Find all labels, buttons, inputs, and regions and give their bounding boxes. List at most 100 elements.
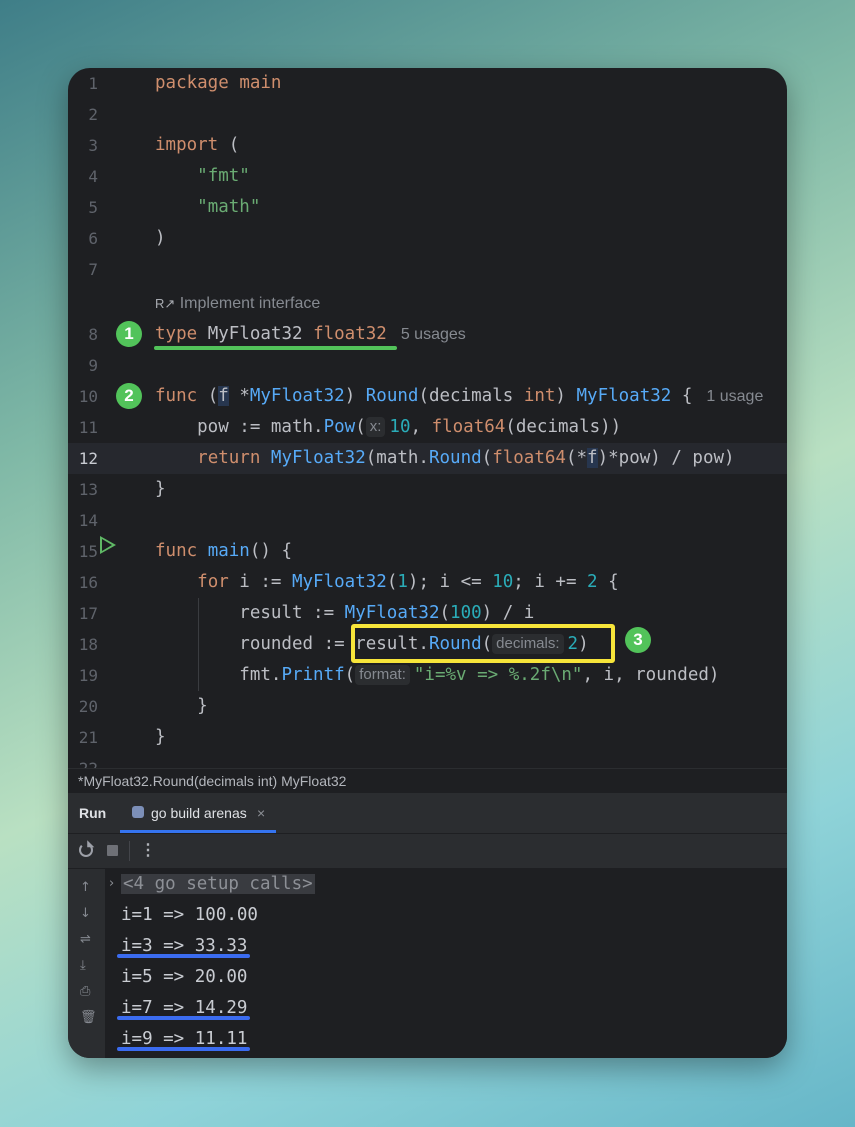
line-number: 1 [88, 74, 98, 93]
line-number: 2 [88, 105, 98, 124]
annotation-badge-3: 3 [625, 627, 651, 653]
arrow-up-icon[interactable]: ↑ [80, 881, 91, 895]
code-text: } [155, 727, 166, 747]
soft-wrap-icon[interactable]: ⇌ [80, 933, 91, 947]
tab-go-build-arenas[interactable]: go build arenas × [120, 793, 276, 833]
fold-arrow-icon[interactable]: › [109, 877, 114, 891]
run-toolbar: ⋮ [68, 834, 787, 869]
code-line: 11 pow := math.Pow(x: 10, float64(decimal… [68, 412, 787, 443]
rerun-icon[interactable] [79, 843, 93, 857]
line-number: 3 [88, 136, 98, 155]
code-text: package main [155, 73, 282, 93]
line-number: 7 [88, 260, 98, 279]
code-line: 16 for i := MyFloat32(1); i <= 10; i += … [68, 567, 787, 598]
code-line: 10 func (f *MyFloat32) Round(decimals in… [68, 381, 787, 412]
code-line: 22 [68, 753, 787, 768]
line-number: 17 [78, 604, 98, 623]
active-tab-indicator [120, 830, 276, 833]
code-editor[interactable]: 1 package main 2 3 import ( 4 "fmt" 5 "m… [68, 68, 787, 768]
line-number: 16 [78, 573, 98, 592]
code-text: func (f *MyFloat32) Round(decimals int) … [155, 386, 764, 406]
go-gopher-icon [132, 806, 144, 818]
console-output[interactable]: › <4 go setup calls> i=1 => 100.00 i=3 =… [105, 869, 787, 1058]
line-number: 15 [78, 542, 98, 561]
code-line: 21 } [68, 722, 787, 753]
toolbar-separator [129, 841, 130, 861]
line-number: 4 [88, 167, 98, 186]
annotation-underline [117, 1016, 250, 1020]
code-line: 6 ) [68, 223, 787, 254]
console-line: i=1 => 100.00 [121, 905, 258, 925]
code-line: 19 fmt.Printf(format: "i=%v => %.2f\n", i… [68, 660, 787, 691]
trash-icon[interactable]: 🗑 [80, 1011, 97, 1025]
code-text: } [155, 696, 208, 716]
param-hint: x: [365, 417, 386, 437]
line-number: 5 [88, 198, 98, 217]
annotation-badge-2: 2 [116, 383, 142, 409]
arrow-down-icon[interactable]: ↓ [80, 907, 91, 921]
code-line: 4 "fmt" [68, 161, 787, 192]
code-text: return MyFloat32(math.Round(float64(*f)*… [197, 448, 735, 468]
breadcrumb[interactable]: *MyFloat32.Round(decimals int) MyFloat32 [68, 768, 787, 792]
annotation-underline [117, 1047, 250, 1051]
code-line-current: 12 return MyFloat32(math.Round(float64(*… [68, 443, 787, 474]
implement-icon: R↗ [155, 296, 176, 311]
line-number: 9 [88, 356, 98, 375]
line-number: 6 [88, 229, 98, 248]
run-gutter-icon[interactable] [100, 536, 116, 554]
param-hint: format: [355, 665, 410, 685]
code-line: 15 func main() { [68, 536, 787, 567]
console-side-toolbar: ↑ ↓ ⇌ ⤓ ⎙ 🗑 [68, 869, 105, 1058]
code-line: 3 import ( [68, 130, 787, 161]
annotation-underline [117, 954, 250, 958]
more-options-icon[interactable]: ⋮ [140, 834, 156, 868]
line-number: 21 [78, 728, 98, 747]
implement-interface-hint[interactable]: R↗ Implement interface [155, 288, 320, 319]
code-line: 7 [68, 254, 787, 285]
print-icon[interactable]: ⎙ [80, 985, 90, 999]
code-text: } [155, 479, 166, 499]
code-text: fmt.Printf(format: "i=%v => %.2f\n", i, r… [155, 665, 720, 685]
console-line: i=5 => 20.00 [121, 967, 248, 987]
line-number: 13 [78, 480, 98, 499]
code-text: pow := math.Pow(x: 10, float64(decimals)) [155, 417, 622, 437]
code-line: 9 [68, 350, 787, 381]
line-number: 18 [78, 635, 98, 654]
code-text: for i := MyFloat32(1); i <= 10; i += 2 { [197, 572, 619, 592]
code-line: 20 } [68, 691, 787, 722]
code-line: 5 "math" [68, 192, 787, 223]
line-number: 22 [68, 753, 98, 768]
line-number: 8 [88, 325, 98, 344]
folded-setup-calls[interactable]: <4 go setup calls> [121, 874, 315, 894]
annotation-underline [154, 346, 397, 350]
close-icon[interactable]: × [257, 793, 265, 833]
code-text: "fmt" [197, 166, 250, 186]
code-line: 14 [68, 505, 787, 536]
line-number: 12 [78, 449, 98, 468]
tab-label: go build arenas [151, 805, 247, 821]
implement-interface-label: Implement interface [179, 295, 321, 312]
annotation-badge-1: 1 [116, 321, 142, 347]
code-line: 13 } [68, 474, 787, 505]
line-number: 11 [78, 418, 98, 437]
usages-hint[interactable]: 5 usages [401, 326, 466, 343]
run-tab-bar: Run go build arenas × [68, 793, 787, 834]
indent-guide [198, 598, 199, 691]
annotation-highlight-box [351, 624, 615, 663]
code-line: 1 package main [68, 68, 787, 99]
line-number: 10 [78, 387, 98, 406]
line-number: 20 [78, 697, 98, 716]
console-line[interactable]: <4 go setup calls> [121, 869, 315, 900]
code-text: "math" [197, 197, 261, 217]
code-text: func main() { [155, 541, 293, 561]
line-number: 14 [78, 511, 98, 530]
code-text: ) [155, 228, 166, 248]
scroll-to-end-icon[interactable]: ⤓ [80, 959, 86, 973]
code-line: 2 [68, 99, 787, 130]
usages-hint[interactable]: 1 usage [706, 388, 763, 405]
run-tool-window: Run go build arenas × ⋮ ↑ ↓ ⇌ ⤓ ⎙ 🗑 › <4… [68, 793, 787, 1058]
stop-icon[interactable] [107, 845, 118, 856]
ide-window: 1 package main 2 3 import ( 4 "fmt" 5 "m… [68, 68, 787, 1058]
run-panel-title: Run [79, 805, 107, 821]
code-text: import ( [155, 135, 240, 155]
